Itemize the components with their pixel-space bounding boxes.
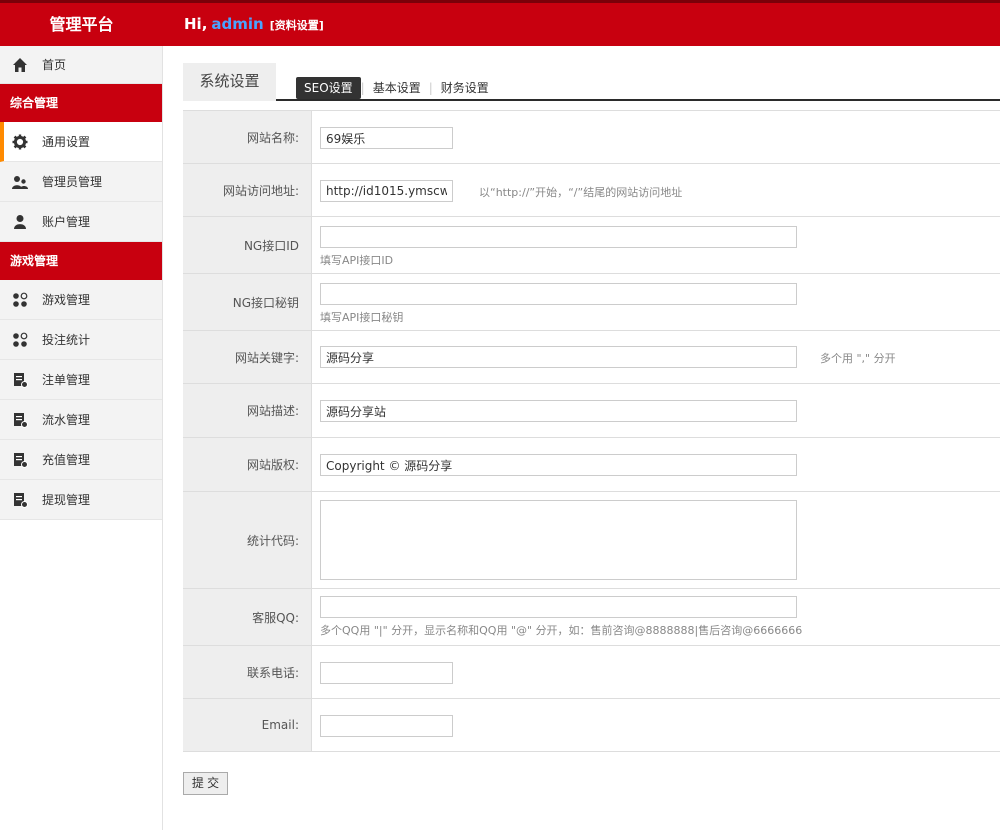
- qq-input[interactable]: [320, 596, 797, 618]
- qq-label: 客服QQ:: [183, 589, 312, 645]
- sidebar-item-general-settings[interactable]: 通用设置: [0, 122, 162, 162]
- greeting: Hi, admin [资料设置]: [184, 3, 324, 46]
- form-row-description: 网站描述:: [183, 384, 1000, 438]
- ng-id-label: NG接口ID: [183, 217, 312, 273]
- form-row-site-name: 网站名称:: [183, 111, 1000, 164]
- sidebar-section-general: 综合管理: [0, 84, 162, 122]
- profile-settings-link[interactable]: [资料设置]: [270, 19, 324, 32]
- document-icon: [14, 413, 28, 428]
- sidebar-item-label: 提现管理: [42, 493, 91, 507]
- form-row-stats-code: 统计代码:: [183, 492, 1000, 589]
- ng-key-hint: 填写API接口秘钥: [320, 311, 404, 324]
- gear-icon: [12, 134, 28, 150]
- sidebar-item-label: 通用设置: [42, 135, 91, 149]
- email-label: Email:: [183, 699, 312, 751]
- stats-code-label: 统计代码:: [183, 492, 312, 588]
- document-icon: [14, 373, 28, 388]
- keywords-label: 网站关键字:: [183, 331, 312, 383]
- ng-id-input[interactable]: [320, 226, 797, 248]
- ng-id-hint: 填写API接口ID: [320, 254, 394, 267]
- sidebar-item-label: 充值管理: [42, 453, 91, 467]
- email-input[interactable]: [320, 715, 453, 737]
- apps-icon: [13, 292, 28, 307]
- phone-label: 联系电话:: [183, 646, 312, 698]
- form-row-email: Email:: [183, 699, 1000, 752]
- form-row-site-url: 网站访问地址: 以“http://”开始，“/”结尾的网站访问地址: [183, 164, 1000, 217]
- form-row-keywords: 网站关键字: 多个用 "," 分开: [183, 331, 1000, 384]
- sidebar-section-game: 游戏管理: [0, 242, 162, 280]
- sidebar-item-game-management[interactable]: 游戏管理: [0, 280, 162, 320]
- user-icon: [14, 215, 26, 229]
- top-bar: 管理平台 Hi, admin [资料设置]: [0, 0, 1000, 46]
- keywords-hint: 多个用 "," 分开: [820, 352, 896, 365]
- ng-key-input[interactable]: [320, 283, 797, 305]
- form-row-ng-key: NG接口秘钥 填写API接口秘钥: [183, 274, 1000, 331]
- sidebar-menu: 首页 综合管理 通用设置 管理员管理 账户管理 游戏管理 游戏管理 投注统计 注…: [0, 46, 162, 520]
- form-row-phone: 联系电话:: [183, 646, 1000, 699]
- tab-system-settings[interactable]: 系统设置: [183, 63, 276, 101]
- sidebar-item-bet-stats[interactable]: 投注统计: [0, 320, 162, 360]
- phone-input[interactable]: [320, 662, 453, 684]
- description-label: 网站描述:: [183, 384, 312, 437]
- ng-key-label: NG接口秘钥: [183, 274, 312, 330]
- sidebar-item-label: 投注统计: [42, 333, 91, 347]
- sidebar-item-account-management[interactable]: 账户管理: [0, 202, 162, 242]
- qq-hint: 多个QQ用 "|" 分开，显示名称和QQ用 "@" 分开，如：售前咨询@8888…: [320, 624, 803, 637]
- sidebar-item-label: 游戏管理: [42, 293, 91, 307]
- document-icon: [14, 493, 28, 508]
- tab-bar: 系统设置 SEO设置 | 基本设置 | 财务设置: [183, 63, 1000, 101]
- form-row-qq: 客服QQ: 多个QQ用 "|" 分开，显示名称和QQ用 "@" 分开，如：售前咨…: [183, 589, 1000, 646]
- users-icon: [12, 176, 28, 189]
- settings-form: 网站名称: 网站访问地址: 以“http://”开始，“/”结尾的网站访问地址 …: [183, 110, 1000, 752]
- description-input[interactable]: [320, 400, 797, 422]
- site-url-label: 网站访问地址:: [183, 164, 312, 216]
- sidebar-item-label: 流水管理: [42, 413, 91, 427]
- site-name-label: 网站名称:: [183, 111, 312, 163]
- brand-title: 管理平台: [49, 15, 114, 34]
- sidebar: 首页 综合管理 通用设置 管理员管理 账户管理 游戏管理 游戏管理 投注统计 注…: [0, 46, 163, 830]
- copyright-input[interactable]: [320, 454, 797, 476]
- tab-basic[interactable]: 基本设置: [365, 77, 429, 99]
- sidebar-item-order-management[interactable]: 注单管理: [0, 360, 162, 400]
- tab-seo[interactable]: SEO设置: [296, 77, 361, 99]
- site-name-input[interactable]: [320, 127, 453, 149]
- sidebar-item-recharge-management[interactable]: 充值管理: [0, 440, 162, 480]
- submit-button[interactable]: 提 交: [183, 772, 228, 795]
- username: admin: [211, 15, 264, 33]
- sidebar-item-home[interactable]: 首页: [0, 46, 162, 84]
- site-url-input[interactable]: [320, 180, 453, 202]
- stats-code-textarea[interactable]: [320, 500, 797, 580]
- copyright-label: 网站版权:: [183, 438, 312, 491]
- sidebar-item-label: 注单管理: [42, 373, 91, 387]
- sub-tabs: SEO设置 | 基本设置 | 财务设置: [296, 77, 497, 99]
- home-icon: [13, 58, 27, 72]
- sidebar-item-flow-management[interactable]: 流水管理: [0, 400, 162, 440]
- greeting-text: Hi,: [184, 15, 208, 33]
- sidebar-item-admin-management[interactable]: 管理员管理: [0, 162, 162, 202]
- tab-finance[interactable]: 财务设置: [433, 77, 497, 99]
- site-url-hint: 以“http://”开始，“/”结尾的网站访问地址: [479, 186, 683, 199]
- form-row-ng-id: NG接口ID 填写API接口ID: [183, 217, 1000, 274]
- sidebar-item-label: 管理员管理: [42, 175, 103, 189]
- keywords-input[interactable]: [320, 346, 797, 368]
- sidebar-item-withdraw-management[interactable]: 提现管理: [0, 480, 162, 520]
- document-icon: [14, 453, 28, 468]
- form-row-copyright: 网站版权:: [183, 438, 1000, 492]
- sidebar-item-label: 首页: [42, 58, 67, 72]
- apps-icon: [13, 332, 28, 347]
- sidebar-item-label: 账户管理: [42, 215, 91, 229]
